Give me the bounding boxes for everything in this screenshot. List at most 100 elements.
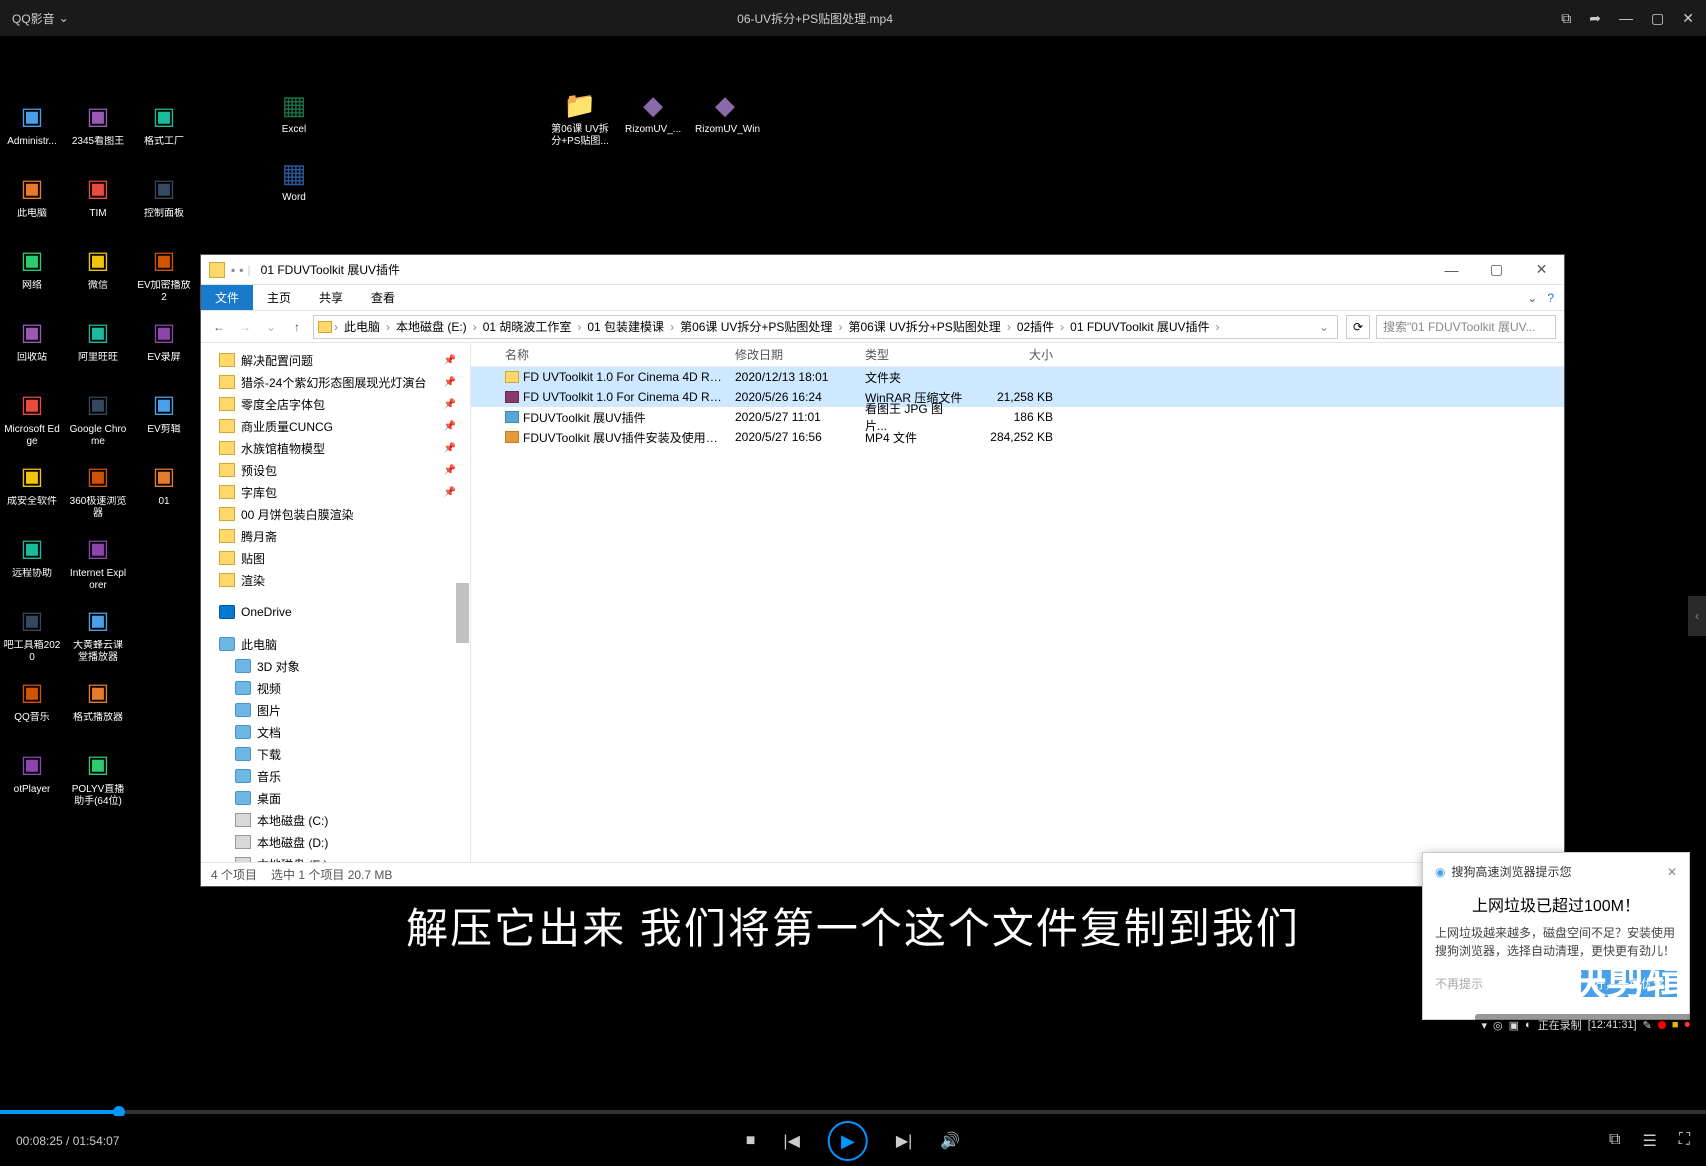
breadcrumb-item[interactable]: 本地磁盘 (E:) — [392, 318, 471, 335]
tab-home[interactable]: 主页 — [253, 285, 305, 310]
tree-item[interactable]: 零度全店字体包📌 — [219, 393, 470, 415]
explorer-titlebar[interactable]: ▪ ▪ | 01 FDUVToolkit 展UV插件 — ▢ ✕ — [201, 255, 1564, 285]
pip-icon[interactable]: ⧉ — [1561, 10, 1571, 27]
file-row[interactable]: FDUVToolkit 展UV插件安装及使用方法 2020/5/27 16:56… — [471, 427, 1564, 447]
breadcrumb-item[interactable]: 此电脑 — [340, 318, 384, 335]
scrollbar-thumb[interactable] — [456, 583, 469, 643]
desktop-icon[interactable]: ▣360极速浏览器 — [68, 458, 128, 526]
desktop-icon[interactable]: ▣TIM — [68, 170, 128, 238]
side-handle[interactable]: ‹ — [1688, 596, 1706, 636]
desktop-icon[interactable]: ▣吧工具箱2020 — [2, 602, 62, 670]
snapshot-button[interactable]: ⧉ — [1609, 1131, 1620, 1151]
tree-item[interactable]: 00 月饼包装白膜渲染 — [219, 503, 470, 525]
tree-item[interactable]: 图片 — [219, 699, 470, 721]
list-header[interactable]: 名称 修改日期 类型 大小 — [471, 343, 1564, 367]
desktop-icon[interactable]: ▣01 — [134, 458, 194, 526]
rec-target-icon[interactable]: ◎ — [1493, 1019, 1503, 1032]
breadcrumb-item[interactable]: 01 FDUVToolkit 展UV插件 — [1066, 318, 1213, 335]
playlist-button[interactable]: ☰ — [1642, 1131, 1656, 1151]
desktop-icon[interactable]: ▣成安全软件 — [2, 458, 62, 526]
desktop-icon[interactable]: ▣回收站 — [2, 314, 62, 382]
breadcrumb-item[interactable]: 第06课 UV拆分+PS贴图处理 — [676, 318, 836, 335]
nav-up-button[interactable]: ↑ — [287, 317, 307, 337]
desktop-icon-rizom2[interactable]: ◆RizomUV_Win — [695, 86, 755, 136]
app-name[interactable]: QQ影音 ⌄ — [12, 10, 69, 27]
breadcrumb-item[interactable]: 01 包装建模课 — [583, 318, 668, 335]
rec-mic-icon[interactable]: ◐ — [1525, 1019, 1532, 1031]
recording-bar[interactable]: ▾ ◎ ▣ ◐ 正在录制 [12:41:31] ✎ ■ ⏺ — [1475, 1014, 1696, 1036]
search-input[interactable]: 搜索"01 FDUVToolkit 展UV... — [1376, 315, 1556, 339]
breadcrumb[interactable]: ›此电脑›本地磁盘 (E:)›01 胡晓波工作室›01 包装建模课›第06课 U… — [313, 315, 1338, 339]
desktop-icon[interactable]: ▣格式播放器 — [68, 674, 128, 742]
desktop-icon-pkg[interactable]: 📁第06课 UV拆分+PS贴图... — [550, 86, 610, 148]
maximize-button[interactable]: ▢ — [1651, 10, 1664, 27]
tree-item[interactable]: 音乐 — [219, 765, 470, 787]
tab-file[interactable]: 文件 — [201, 285, 253, 310]
nav-history-button[interactable]: ⌄ — [261, 317, 281, 337]
desktop-icon[interactable]: ▣控制面板 — [134, 170, 194, 238]
ribbon-expand-icon[interactable]: ⌄ — [1527, 291, 1537, 305]
breadcrumb-item[interactable]: 01 胡晓波工作室 — [479, 318, 576, 335]
rec-cam-icon[interactable]: ▣ — [1509, 1019, 1519, 1032]
desktop-icon[interactable]: ▣POLYV直播助手(64位) — [68, 746, 128, 814]
breadcrumb-item[interactable]: 第06课 UV拆分+PS贴图处理 — [844, 318, 1004, 335]
tree-item[interactable]: 猎杀-24个紫幻形态图展现光灯演台📌 — [219, 371, 470, 393]
rec-edit-icon[interactable]: ✎ — [1643, 1019, 1652, 1032]
exp-minimize-button[interactable]: — — [1429, 256, 1474, 284]
desktop-icon[interactable]: ▣Administr... — [2, 98, 62, 166]
tree-item[interactable]: 贴图 — [219, 547, 470, 569]
crumb-pc-icon[interactable] — [318, 321, 332, 333]
help-icon[interactable]: ? — [1547, 291, 1554, 305]
desktop-icon[interactable]: ▣远程协助 — [2, 530, 62, 598]
exp-maximize-button[interactable]: ▢ — [1474, 256, 1519, 284]
col-name[interactable]: 名称 — [499, 343, 729, 366]
popup-no-remind[interactable]: 不再提示 — [1435, 975, 1483, 992]
tree-onedrive[interactable]: OneDrive — [219, 601, 470, 623]
nav-back-button[interactable]: ← — [209, 317, 229, 337]
col-size[interactable]: 大小 — [969, 343, 1059, 366]
desktop-icon[interactable]: ▣Microsoft Edge — [2, 386, 62, 454]
progress-bar[interactable] — [0, 1110, 1706, 1114]
nav-forward-button[interactable]: → — [235, 317, 255, 337]
tree-item[interactable]: 预设包📌 — [219, 459, 470, 481]
tree-item[interactable]: 本地磁盘 (E:) — [219, 853, 470, 862]
desktop-icon[interactable]: ▣阿里旺旺 — [68, 314, 128, 382]
desktop-icon[interactable]: ▣Internet Explorer — [68, 530, 128, 598]
tree-item[interactable]: 3D 对象 — [219, 655, 470, 677]
tree-item[interactable]: 腾月斋 — [219, 525, 470, 547]
tree-item[interactable]: 视频 — [219, 677, 470, 699]
rec-menu-icon[interactable]: ▾ — [1481, 1019, 1487, 1032]
tree-item[interactable]: 商业质量CUNCG📌 — [219, 415, 470, 437]
rec-stop-icon[interactable]: ■ — [1672, 1019, 1679, 1031]
desktop-icon[interactable]: ▣QQ音乐 — [2, 674, 62, 742]
tree-item[interactable]: 下载 — [219, 743, 470, 765]
tab-share[interactable]: 共享 — [305, 285, 357, 310]
desktop-icon[interactable]: ▣大黄蜂云课堂播放器 — [68, 602, 128, 670]
file-row[interactable]: FD UVToolkit 1.0 For Cinema 4D R19... 20… — [471, 367, 1564, 387]
exp-close-button[interactable]: ✕ — [1519, 256, 1564, 284]
prev-button[interactable]: |◀ — [783, 1131, 799, 1151]
tree-item[interactable]: 本地磁盘 (C:) — [219, 809, 470, 831]
file-row[interactable]: FDUVToolkit 展UV插件 2020/5/27 11:01 看图王 JP… — [471, 407, 1564, 427]
desktop-icon[interactable]: ▣EV录屏 — [134, 314, 194, 382]
desktop-icon[interactable]: ▣此电脑 — [2, 170, 62, 238]
file-row[interactable]: FD UVToolkit 1.0 For Cinema 4D R19... 20… — [471, 387, 1564, 407]
desktop-icon[interactable]: ▣EV剪辑 — [134, 386, 194, 454]
desktop-icon-excel[interactable]: ▦Excel — [275, 86, 313, 136]
play-button[interactable]: ▶ — [828, 1121, 868, 1161]
tree-item[interactable]: 桌面 — [219, 787, 470, 809]
col-date[interactable]: 修改日期 — [729, 343, 859, 366]
rec-camera-icon[interactable]: ⏺ — [1685, 1019, 1691, 1032]
volume-button[interactable]: 🔊 — [940, 1131, 960, 1151]
next-button[interactable]: ▶| — [896, 1131, 912, 1151]
desktop-icon[interactable]: ▣Google Chrome — [68, 386, 128, 454]
tab-view[interactable]: 查看 — [357, 285, 409, 310]
desktop-icon-word[interactable]: ▦Word — [275, 154, 313, 204]
desktop-icon-rizom1[interactable]: ◆RizomUV_... — [625, 86, 681, 136]
qat-btn[interactable]: ▪ — [239, 263, 243, 277]
explorer-tree[interactable]: 解决配置问题📌猎杀-24个紫幻形态图展现光灯演台📌零度全店字体包📌商业质量CUN… — [201, 343, 471, 862]
tree-item[interactable]: 解决配置问题📌 — [219, 349, 470, 371]
minimize-button[interactable]: — — [1619, 10, 1633, 27]
stop-button[interactable]: ■ — [746, 1132, 756, 1150]
pin-icon[interactable]: ➦ — [1589, 10, 1601, 27]
